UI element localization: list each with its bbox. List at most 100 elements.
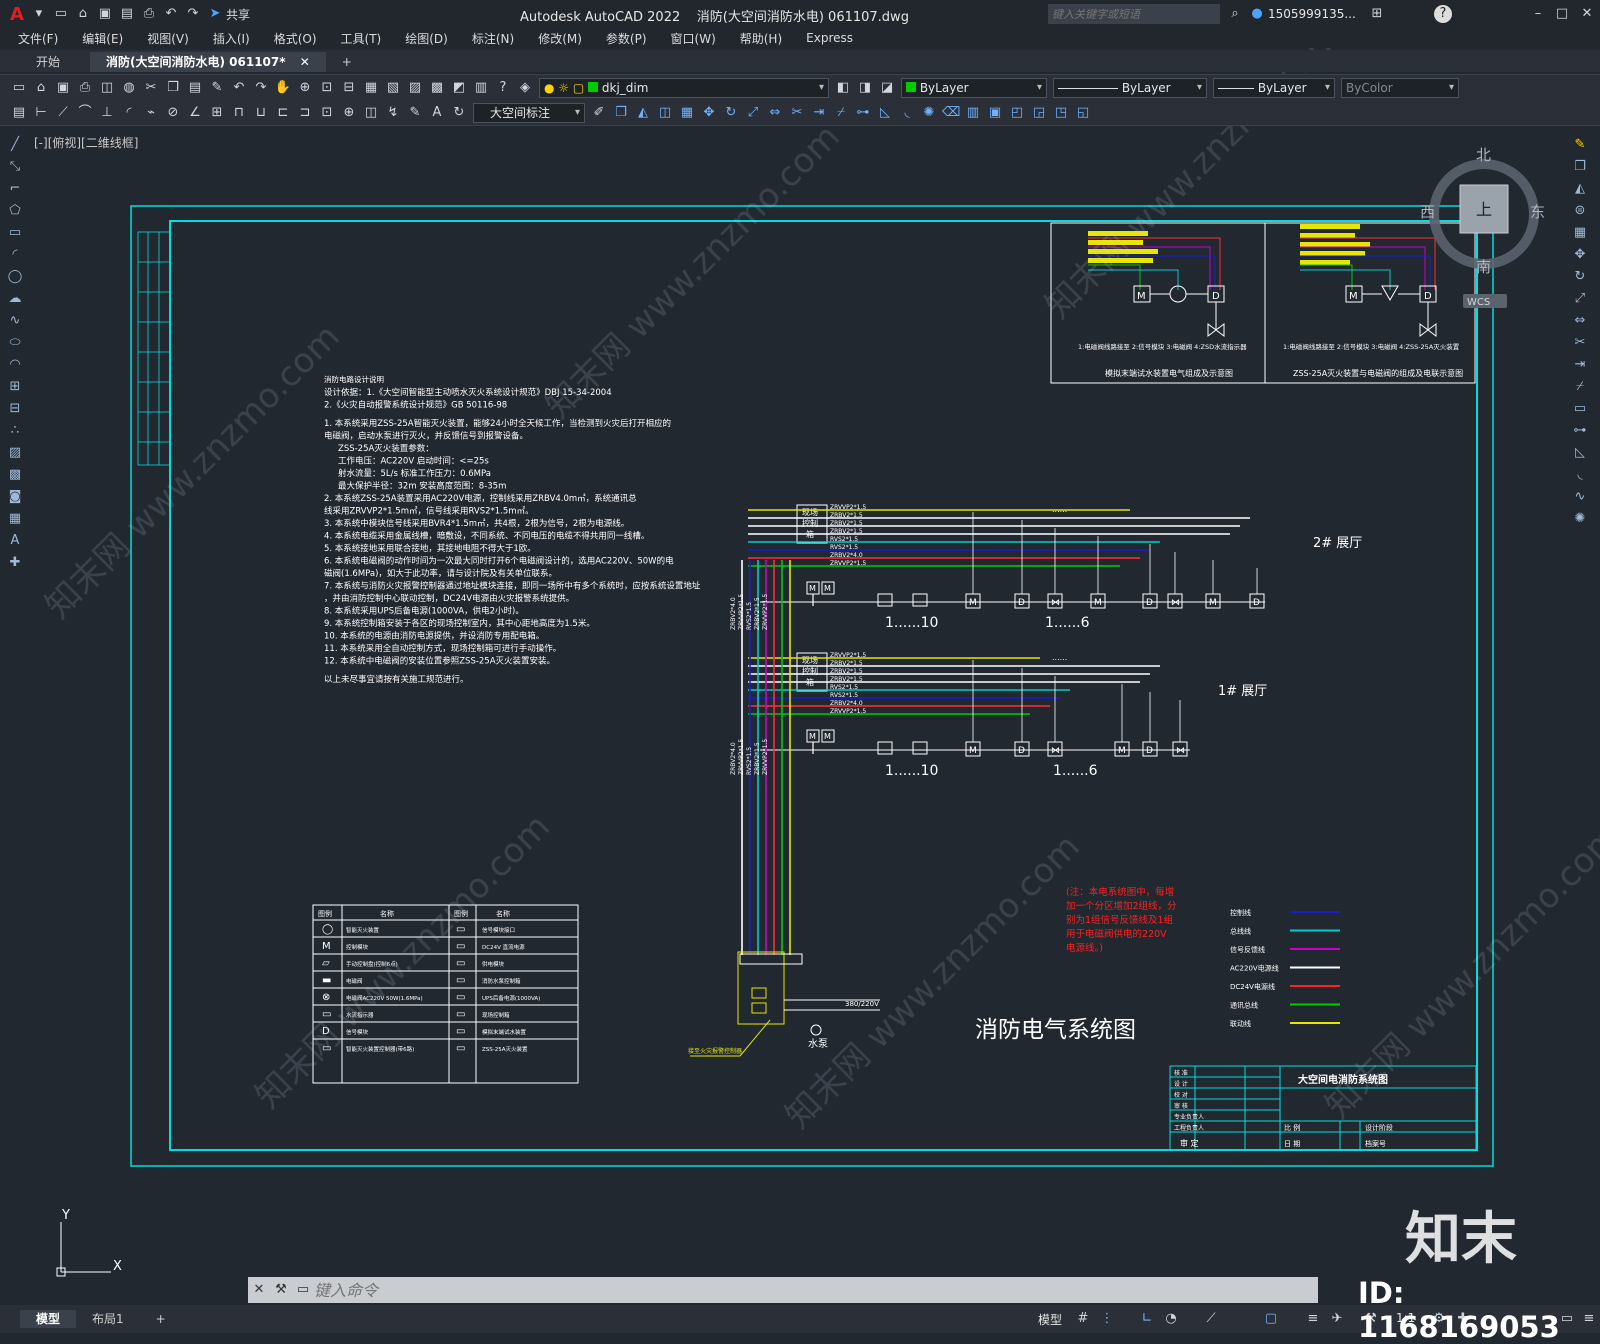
match-icon[interactable]: ✎ [208,79,226,97]
table-icon[interactable]: ▦ [5,509,25,529]
save-as-icon[interactable]: ▤ [118,5,136,23]
open-folder-icon[interactable]: ⌂ [74,5,92,23]
plotstyle-select[interactable]: ByColor [1341,77,1459,98]
isodraft-icon[interactable]: ⟋ [1202,1310,1220,1328]
insert-icon[interactable]: ◲ [1030,104,1048,122]
wrench-icon[interactable]: ⚒ [272,1281,290,1299]
tab-close-icon[interactable]: ✕ [300,55,310,69]
aligned-dim-icon[interactable]: ⟋ [54,104,72,122]
radius-dim-icon[interactable]: ◜ [120,104,138,122]
menu-item-11[interactable]: 帮助(H) [740,30,782,47]
drawing-canvas[interactable]: M D M D 1:电磁阀线路接至 2:信号模块 3:电磁阀 4:ZSD水流指示… [0,0,1600,1333]
lineweight-icon[interactable]: ≡ [1304,1310,1322,1328]
stretch-icon[interactable]: ⇔ [766,104,784,122]
spline-icon[interactable]: ∿ [5,311,25,331]
undo-icon[interactable]: ↶ [162,5,180,23]
design-center-icon[interactable]: ▧ [384,79,402,97]
new-file-icon[interactable]: ▭ [52,5,70,23]
user-icon[interactable]: ● [1248,5,1266,23]
angular-dim-icon[interactable]: ∠ [186,104,204,122]
ellipse-icon[interactable]: ⬭ [5,333,25,353]
app-logo[interactable]: A [10,4,24,25]
ortho-icon[interactable]: ∟ [1138,1310,1156,1328]
jogged-linear-icon[interactable]: ↯ [384,104,402,122]
extend-icon[interactable]: ⇥ [810,104,828,122]
mirror-icon[interactable]: ◭ [1570,179,1590,199]
layer-select[interactable]: ● ☼ ▢ dkj_dim [539,77,829,98]
rotate-icon[interactable]: ↻ [722,104,740,122]
snap-icon[interactable]: ⋮ [1098,1310,1116,1328]
paste-icon[interactable]: ▤ [186,79,204,97]
fillet-icon[interactable]: ◟ [898,104,916,122]
maximize-icon[interactable]: □ [1553,5,1571,23]
line-icon[interactable]: ╱ [5,135,25,155]
inspect-icon[interactable]: ◫ [362,104,380,122]
viewport-label[interactable]: [-][俯视][二维线框] [34,134,138,151]
join-icon[interactable]: ⊶ [854,104,872,122]
tab-layout1[interactable]: 布局1 [76,1310,140,1328]
menu-item-8[interactable]: 修改(M) [538,30,582,47]
cart-icon[interactable]: ⊞ [1368,5,1386,23]
share-icon[interactable]: ➤ [206,5,224,23]
menu-item-0[interactable]: 文件(F) [18,30,58,47]
open-icon[interactable]: ⌂ [32,79,50,97]
array-icon[interactable]: ▦ [1570,223,1590,243]
layer-state-icon[interactable]: ◨ [856,79,874,97]
dimstyle-manager-icon[interactable]: ✐ [590,104,608,122]
jogged-dim-icon[interactable]: ⌁ [142,104,160,122]
plot-icon[interactable]: ⎙ [76,79,94,97]
copy-icon[interactable]: ❐ [1570,157,1590,177]
menu-item-12[interactable]: Express [806,31,853,45]
ellipse-arc-icon[interactable]: ◠ [5,355,25,375]
center-mark-icon[interactable]: ⊕ [340,104,358,122]
search-box[interactable] [1048,4,1220,24]
color-select[interactable]: ByLayer [901,77,1047,98]
revcloud-icon[interactable]: ☁ [5,289,25,309]
block-icon[interactable]: ◰ [1008,104,1026,122]
rotate-icon[interactable]: ↻ [1570,267,1590,287]
construction-line-icon[interactable]: ⤡ [5,157,25,177]
menu-item-6[interactable]: 绘图(D) [405,30,448,47]
layer-manager-icon[interactable]: ◈ [516,79,534,97]
close-icon[interactable]: ✕ [1578,5,1596,23]
fillet-icon[interactable]: ◟ [1570,465,1590,485]
baseline-dim-icon[interactable]: ⊓ [230,104,248,122]
make-current-icon[interactable]: ◪ [878,79,896,97]
polyline-icon[interactable]: ⌐ [5,179,25,199]
make-block-icon[interactable]: ⊟ [5,399,25,419]
array-icon[interactable]: ▦ [678,104,696,122]
zoom-previous-icon[interactable]: ⊟ [340,79,358,97]
add-selected-icon[interactable]: ✚ [5,553,25,573]
menu-item-3[interactable]: 插入(I) [213,30,250,47]
user-name[interactable]: 1505999135... [1268,7,1356,21]
tool-palette-icon[interactable]: ▨ [406,79,424,97]
redo-icon[interactable]: ↷ [184,5,202,23]
menu-item-5[interactable]: 工具(T) [341,30,382,47]
add-layout-button[interactable]: + [140,1309,182,1329]
cut-icon[interactable]: ✂ [142,79,160,97]
dim-edit-icon[interactable]: ✎ [406,104,424,122]
quick-dim-icon[interactable]: ⊞ [208,104,226,122]
properties-icon[interactable]: ▦ [362,79,380,97]
explode-icon[interactable]: ✺ [920,104,938,122]
xref-icon[interactable]: ◳ [1052,104,1070,122]
save-icon[interactable]: ▣ [54,79,72,97]
add-tab-button[interactable]: + [326,52,368,72]
gradient-icon[interactable]: ▩ [5,465,25,485]
command-input[interactable] [314,1279,1318,1301]
mtext-icon[interactable]: A [5,531,25,551]
chevron-down-icon[interactable]: ▾ [30,5,48,23]
menu-item-4[interactable]: 格式(O) [274,30,317,47]
dim-update-icon[interactable]: ↻ [450,104,468,122]
explode-icon[interactable]: ✺ [1570,509,1590,529]
pan-icon[interactable]: ✋ [274,79,292,97]
mirror-icon[interactable]: ◭ [634,104,652,122]
help-icon[interactable]: ? [494,79,512,97]
break-icon[interactable]: ⌿ [832,104,850,122]
point-icon[interactable]: ∴ [5,421,25,441]
wblock-icon[interactable]: ◱ [1074,104,1092,122]
help-icon[interactable]: ? [1434,5,1452,23]
tab-model[interactable]: 模型 [20,1310,77,1328]
copy-icon[interactable]: ❐ [164,79,182,97]
polygon-icon[interactable]: ⬠ [5,201,25,221]
